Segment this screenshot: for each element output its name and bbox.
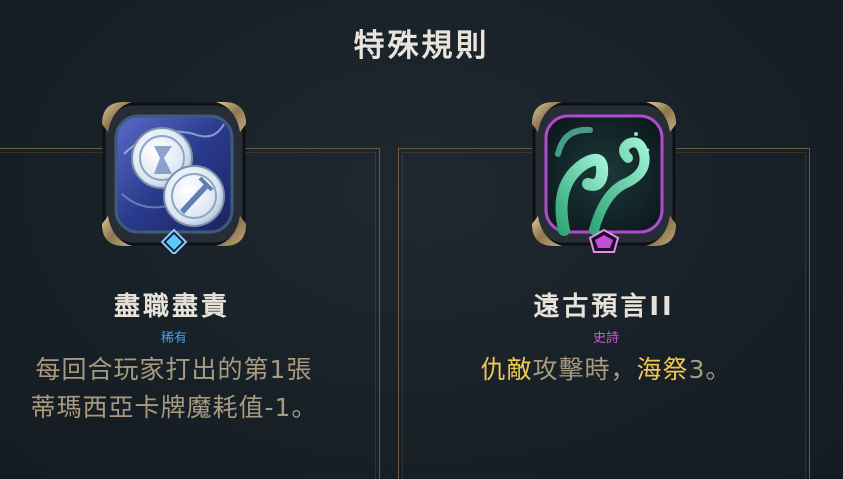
rarity-label: 稀有 (160, 331, 187, 346)
description-line: 蒂瑪西亞卡牌魔耗值-1。 (30, 393, 318, 422)
page-title: 特殊規則 (353, 28, 490, 64)
card-name: 盡職盡責 (113, 292, 230, 322)
keyword-link[interactable]: 海祭 (637, 355, 689, 384)
card-name: 遠古預言II (533, 292, 675, 322)
coins-with-sword-icon[interactable] (94, 94, 254, 256)
keyword-link[interactable]: 仇敵 (481, 355, 533, 384)
sea-tentacle-icon[interactable] (524, 94, 684, 254)
card-description: 仇敵攻擊時，海祭3。 (416, 351, 796, 389)
rarity-label: 史詩 (592, 331, 619, 346)
description-line: 每回合玩家打出的第1張 (35, 355, 313, 384)
description-text: 攻擊時， (532, 355, 637, 384)
special-rules-screen: 特殊規則 盡職盡責 稀有 每回合玩家打出的第1張 蒂瑪西亞卡牌魔耗值-1。 遠古… (0, 0, 843, 479)
card-description: 每回合玩家打出的第1張 蒂瑪西亞卡牌魔耗值-1。 (0, 351, 354, 427)
description-text: 3。 (688, 355, 732, 384)
